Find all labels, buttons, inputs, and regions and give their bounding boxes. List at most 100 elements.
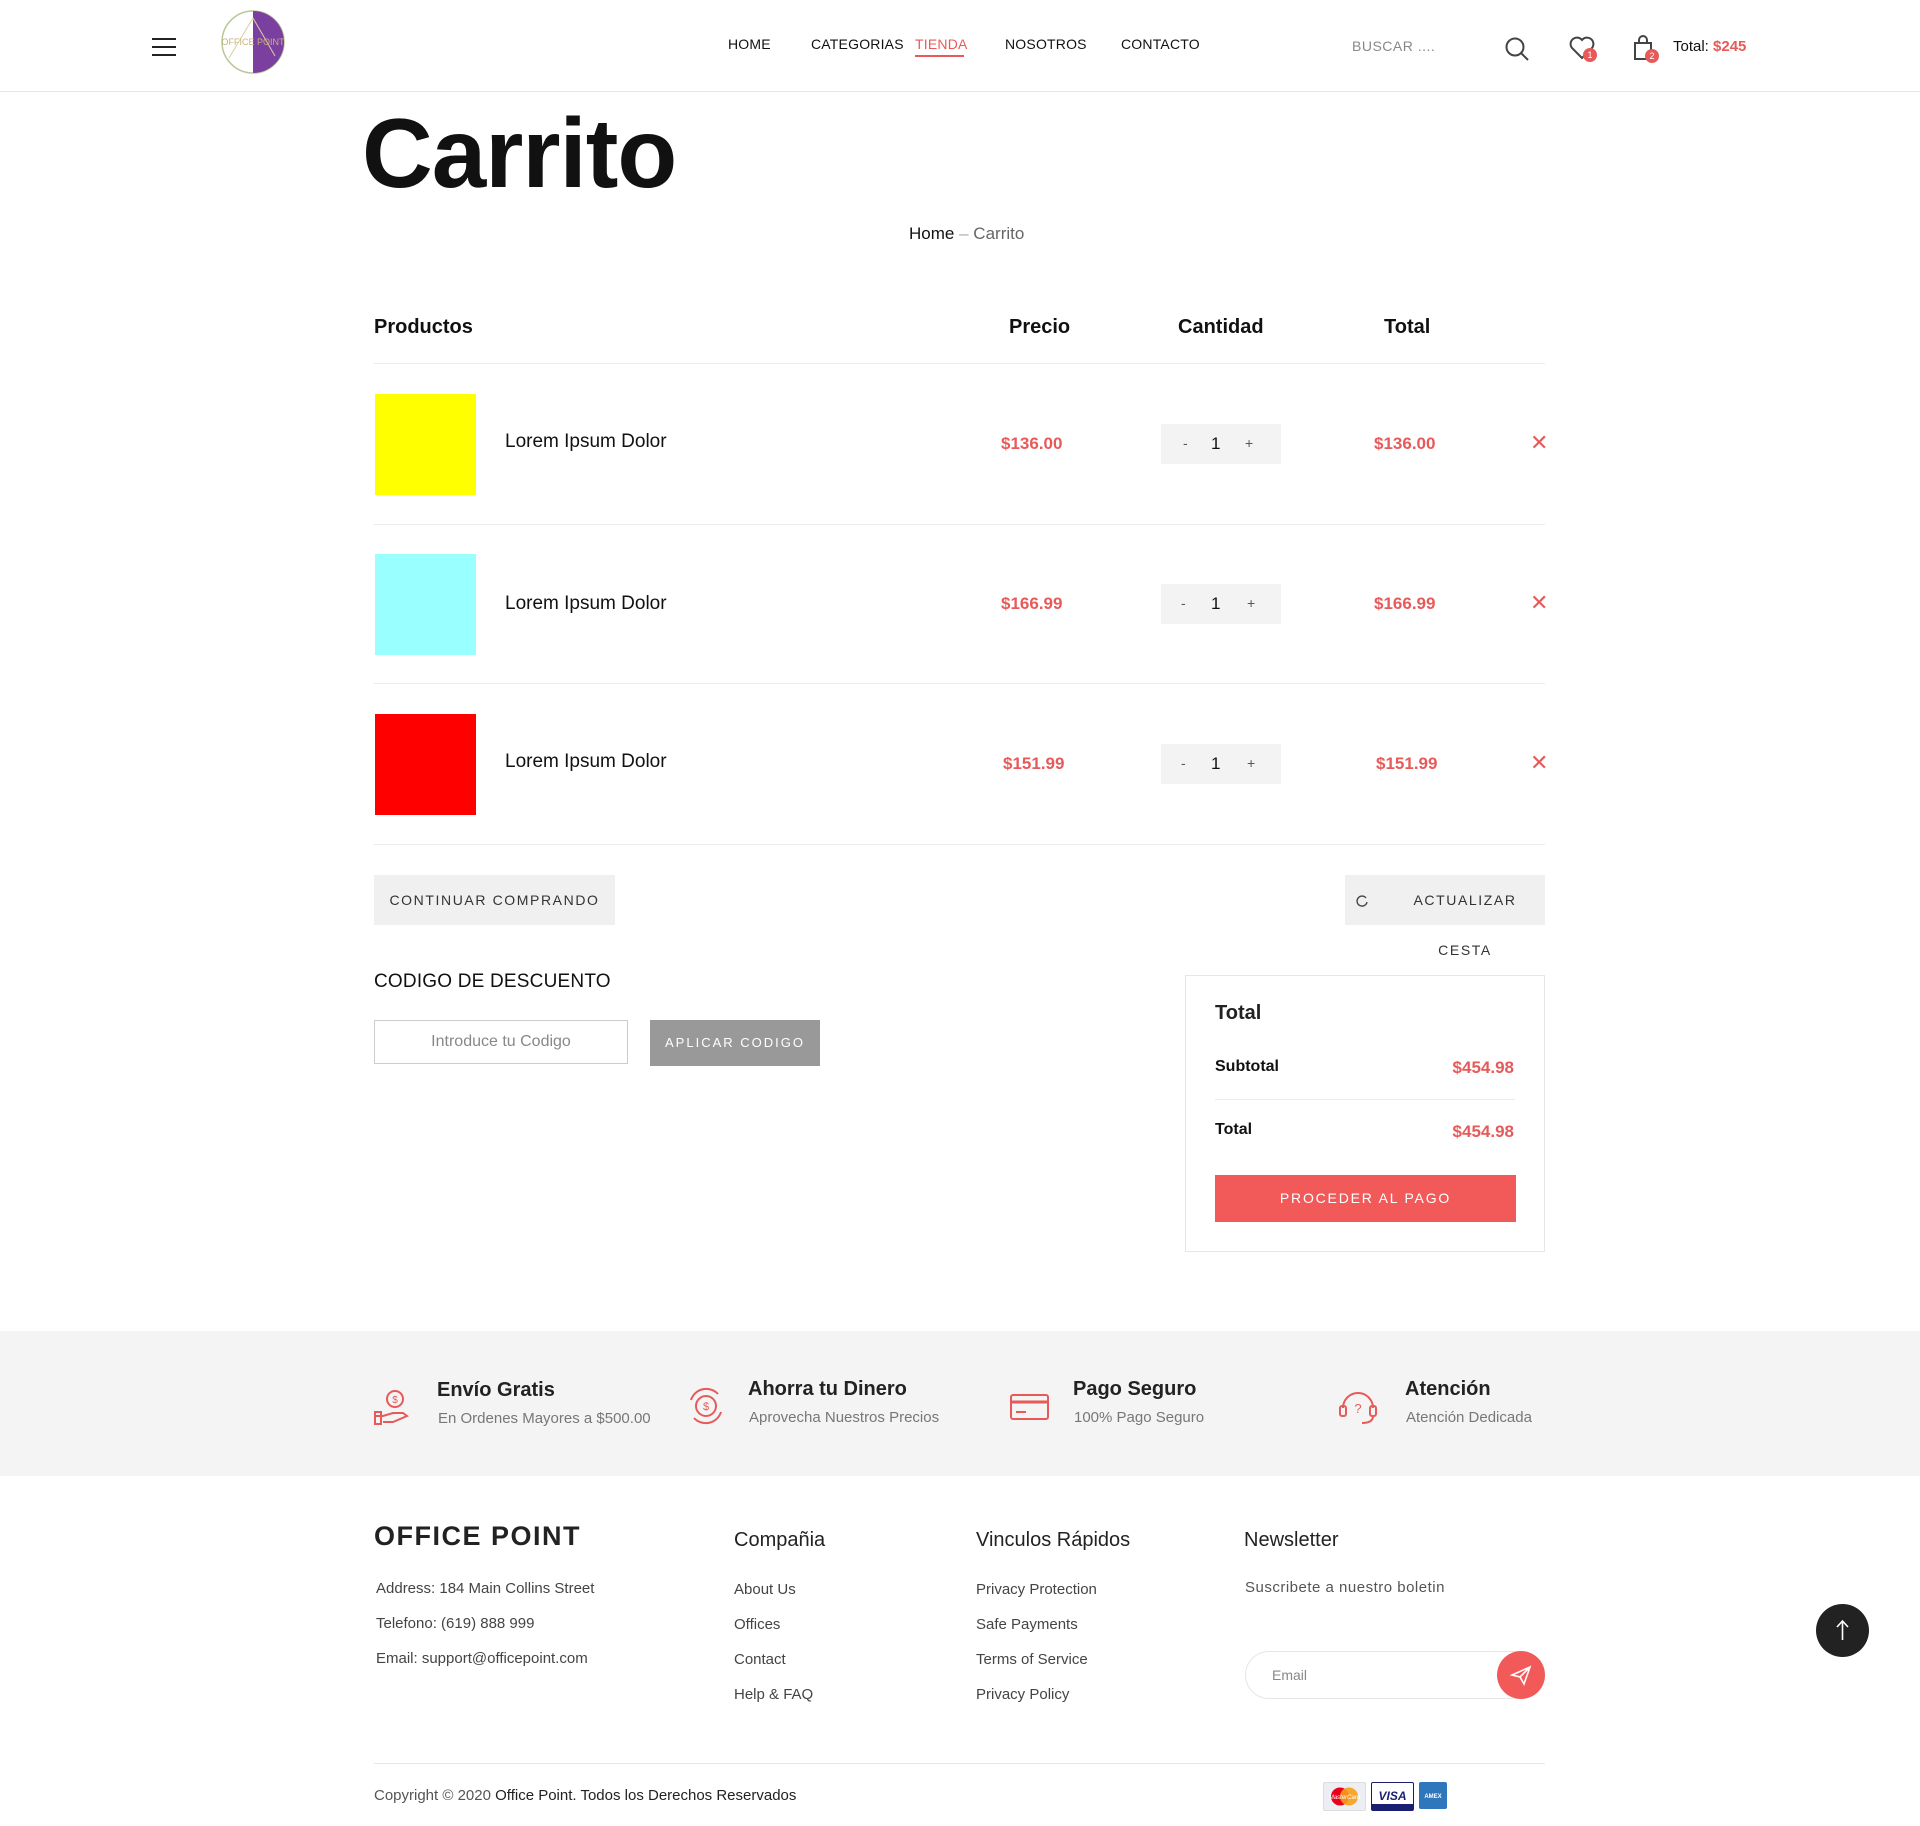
divider bbox=[374, 524, 1545, 525]
footer-link-privacy-protection[interactable]: Privacy Protection bbox=[976, 1581, 1097, 1598]
product-name-3[interactable]: Lorem Ipsum Dolor bbox=[505, 751, 667, 773]
product-thumbnail-2[interactable] bbox=[375, 554, 476, 655]
feature-subtitle-1: En Ordenes Mayores a $500.00 bbox=[438, 1410, 651, 1427]
feature-title-4: Atención bbox=[1405, 1378, 1491, 1400]
arrow-up-icon bbox=[1836, 1619, 1849, 1640]
divider bbox=[374, 363, 1545, 364]
cart-bag-icon[interactable]: 2 bbox=[1633, 35, 1659, 66]
footer-company-title: Compañia bbox=[734, 1529, 826, 1551]
discount-code-input[interactable] bbox=[374, 1020, 628, 1064]
product-price-3: $151.99 bbox=[1003, 754, 1065, 773]
visa-label: VISA bbox=[1378, 1789, 1406, 1803]
update-cart-label: ACTUALIZAR CESTA bbox=[1413, 892, 1517, 958]
copyright-prefix: Copyright © 2020 bbox=[374, 1787, 491, 1804]
quantity-stepper-1: - 1 + bbox=[1161, 424, 1281, 464]
remove-item-button[interactable]: ✕ bbox=[1530, 590, 1548, 616]
header-total-amount: $245 bbox=[1713, 38, 1747, 55]
product-total-3: $151.99 bbox=[1376, 754, 1438, 773]
qty-value[interactable]: 1 bbox=[1211, 754, 1220, 774]
divider bbox=[374, 1763, 1545, 1764]
continue-shopping-button[interactable]: CONTINUAR COMPRANDO bbox=[374, 875, 615, 925]
feature-subtitle-4: Atención Dedicada bbox=[1406, 1409, 1532, 1426]
divider bbox=[374, 683, 1545, 684]
qty-decrease-button[interactable]: - bbox=[1181, 755, 1186, 771]
col-header-products: Productos bbox=[374, 316, 473, 338]
copyright-owner: Office Point. Todos los Derechos Reserva… bbox=[495, 1787, 797, 1804]
breadcrumb: Home – Carrito bbox=[909, 224, 1024, 244]
visa-icon: VISA bbox=[1371, 1782, 1414, 1811]
remove-item-button[interactable]: ✕ bbox=[1530, 750, 1548, 776]
nav-nosotros[interactable]: NOSOTROS bbox=[1005, 36, 1087, 52]
product-total-1: $136.00 bbox=[1374, 434, 1436, 453]
qty-increase-button[interactable]: + bbox=[1247, 755, 1255, 771]
qty-increase-button[interactable]: + bbox=[1247, 595, 1255, 611]
total-label: Total bbox=[1215, 1121, 1253, 1138]
search-icon[interactable] bbox=[1504, 36, 1530, 67]
qty-value[interactable]: 1 bbox=[1211, 594, 1220, 614]
footer-link-about-us[interactable]: About Us bbox=[734, 1581, 796, 1598]
footer-link-terms[interactable]: Terms of Service bbox=[976, 1651, 1088, 1668]
newsletter-submit-button[interactable] bbox=[1497, 1651, 1545, 1699]
product-price-2: $166.99 bbox=[1001, 594, 1063, 613]
qty-value[interactable]: 1 bbox=[1211, 434, 1220, 454]
product-thumbnail-1[interactable] bbox=[375, 394, 476, 495]
cart-totals-box: Total Subtotal $454.98 Total $454.98 PRO… bbox=[1185, 975, 1545, 1252]
footer-newsletter-title: Newsletter bbox=[1244, 1529, 1339, 1551]
product-thumbnail-3[interactable] bbox=[375, 714, 476, 815]
qty-decrease-button[interactable]: - bbox=[1181, 595, 1186, 611]
nav-home[interactable]: HOME bbox=[728, 36, 771, 52]
copyright: Copyright © 2020 Office Point. Todos los… bbox=[374, 1787, 796, 1804]
send-icon bbox=[1509, 1665, 1532, 1686]
product-name-1[interactable]: Lorem Ipsum Dolor bbox=[505, 431, 667, 453]
menu-icon[interactable] bbox=[152, 38, 176, 56]
features-bar: $ Envío Gratis En Ordenes Mayores a $500… bbox=[0, 1331, 1920, 1476]
product-price-1: $136.00 bbox=[1001, 434, 1063, 453]
totals-title: Total bbox=[1215, 1002, 1262, 1024]
logo-text: OFFICE POINT bbox=[222, 37, 286, 47]
breadcrumb-home[interactable]: Home bbox=[909, 224, 954, 243]
apply-code-button[interactable]: APLICAR CODIGO bbox=[650, 1020, 820, 1066]
footer-link-offices[interactable]: Offices bbox=[734, 1616, 780, 1633]
divider bbox=[1215, 1099, 1515, 1100]
col-header-total: Total bbox=[1384, 316, 1431, 338]
newsletter-subtitle: Suscribete a nuestro boletin bbox=[1245, 1579, 1445, 1596]
nav-categorias[interactable]: CATEGORIAS bbox=[811, 36, 904, 52]
qty-decrease-button[interactable]: - bbox=[1183, 435, 1188, 451]
qty-increase-button[interactable]: + bbox=[1245, 435, 1253, 451]
divider bbox=[374, 844, 1545, 845]
wishlist-count-badge: 1 bbox=[1583, 48, 1597, 62]
money-cycle-icon: $ bbox=[685, 1385, 727, 1427]
refresh-icon bbox=[1355, 875, 1369, 925]
feature-title-1: Envío Gratis bbox=[437, 1379, 555, 1401]
product-name-2[interactable]: Lorem Ipsum Dolor bbox=[505, 593, 667, 615]
nav-contacto[interactable]: CONTACTO bbox=[1121, 36, 1200, 52]
nav-active-underline bbox=[915, 55, 964, 57]
search-label[interactable]: BUSCAR .... bbox=[1352, 38, 1435, 54]
footer-address: Address: 184 Main Collins Street bbox=[376, 1580, 595, 1597]
proceed-to-checkout-button[interactable]: PROCEDER AL PAGO bbox=[1215, 1175, 1516, 1222]
nav-tienda[interactable]: TIENDA bbox=[915, 36, 968, 52]
amex-icon: AMEX bbox=[1419, 1782, 1447, 1809]
header-cart-total[interactable]: Total: $245 bbox=[1673, 38, 1746, 55]
feature-subtitle-2: Aprovecha Nuestros Precios bbox=[749, 1409, 940, 1426]
breadcrumb-separator: – bbox=[959, 224, 969, 243]
wishlist-icon[interactable]: 1 bbox=[1569, 36, 1597, 65]
footer-link-privacy-policy[interactable]: Privacy Policy bbox=[976, 1686, 1069, 1703]
product-total-2: $166.99 bbox=[1374, 594, 1436, 613]
office-point-logo[interactable]: OFFICE POINT bbox=[219, 8, 287, 76]
footer-link-contact[interactable]: Contact bbox=[734, 1651, 786, 1668]
footer-link-help-faq[interactable]: Help & FAQ bbox=[734, 1686, 813, 1703]
footer-brand: OFFICE POINT bbox=[374, 1521, 581, 1551]
credit-card-icon bbox=[1009, 1385, 1051, 1427]
quantity-stepper-2: - 1 + bbox=[1161, 584, 1281, 624]
feature-subtitle-3: 100% Pago Seguro bbox=[1074, 1409, 1205, 1426]
footer-phone: Telefono: (619) 888 999 bbox=[376, 1615, 535, 1632]
support-headset-icon: ? bbox=[1337, 1384, 1379, 1426]
amex-label: AMEX bbox=[1424, 1794, 1441, 1800]
footer-link-safe-payments[interactable]: Safe Payments bbox=[976, 1616, 1078, 1633]
scroll-to-top-button[interactable] bbox=[1816, 1604, 1869, 1657]
update-cart-button[interactable]: ACTUALIZAR CESTA bbox=[1345, 875, 1545, 958]
remove-item-button[interactable]: ✕ bbox=[1530, 430, 1548, 456]
subtotal-label: Subtotal bbox=[1215, 1058, 1279, 1075]
footer-email[interactable]: Email: support@officepoint.com bbox=[376, 1650, 588, 1667]
